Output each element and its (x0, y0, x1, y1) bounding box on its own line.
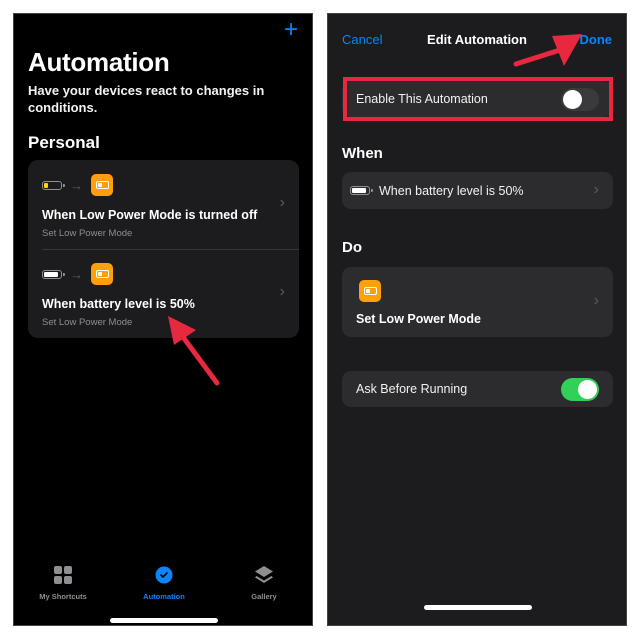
do-action-row[interactable]: Set Low Power Mode › (342, 267, 613, 337)
edit-automation-screen: Cancel Edit Automation Done Enable This … (327, 13, 627, 626)
automation-action: Set Low Power Mode (42, 228, 133, 239)
arrow-right-icon: → (70, 177, 83, 193)
automation-title: When Low Power Mode is turned off (42, 208, 258, 222)
automation-action: Set Low Power Mode (42, 317, 133, 328)
chevron-right-icon: › (279, 194, 285, 211)
tab-label: My Shortcuts (39, 592, 87, 601)
section-header-do: Do (342, 239, 362, 256)
grid-icon (54, 566, 72, 584)
battery-full-icon (42, 269, 65, 279)
tab-label: Automation (143, 592, 185, 601)
add-automation-button[interactable]: + (284, 18, 298, 42)
home-indicator (424, 605, 532, 610)
tab-label: Gallery (251, 592, 277, 601)
ask-before-running-row: Ask Before Running (342, 371, 613, 407)
tab-bar: My Shortcuts Automation Gallery (14, 566, 312, 606)
automation-list-screen: + Automation Have your devices react to … (13, 13, 313, 626)
automation-list: → When Low Power Mode is turned off Set … (28, 160, 299, 338)
ask-before-running-toggle[interactable] (561, 378, 599, 401)
low-power-mode-icon (91, 263, 113, 285)
tab-automation[interactable]: Automation (119, 566, 209, 601)
section-header-personal: Personal (28, 133, 100, 152)
page-title: Automation (28, 47, 170, 77)
chevron-right-icon: › (593, 181, 599, 198)
when-trigger-label: When battery level is 50% (379, 184, 524, 198)
arrow-right-icon: → (70, 266, 83, 282)
chevron-right-icon: › (279, 283, 285, 300)
tab-my-shortcuts[interactable]: My Shortcuts (18, 566, 108, 601)
ask-before-running-label: Ask Before Running (356, 382, 468, 396)
section-header-when: When (342, 145, 383, 162)
chevron-right-icon: › (593, 292, 599, 309)
page-subtitle: Have your devices react to changes in co… (28, 83, 265, 115)
low-power-mode-icon (91, 174, 113, 196)
tab-gallery[interactable]: Gallery (219, 566, 309, 601)
layers-icon (255, 566, 273, 583)
home-indicator (110, 618, 218, 623)
automation-item[interactable]: → When Low Power Mode is turned off Set … (28, 160, 299, 249)
automation-title: When battery level is 50% (42, 297, 195, 311)
do-action-label: Set Low Power Mode (356, 312, 482, 326)
done-button[interactable]: Done (580, 32, 613, 47)
battery-full-icon (350, 186, 373, 195)
annotation-highlight-box (343, 77, 613, 121)
automation-item[interactable]: → When battery level is 50% Set Low Powe… (28, 249, 299, 338)
battery-low-icon (42, 180, 65, 190)
automation-check-icon (155, 566, 173, 584)
low-power-mode-icon (359, 280, 381, 302)
when-trigger-row[interactable]: When battery level is 50% › (342, 172, 613, 209)
